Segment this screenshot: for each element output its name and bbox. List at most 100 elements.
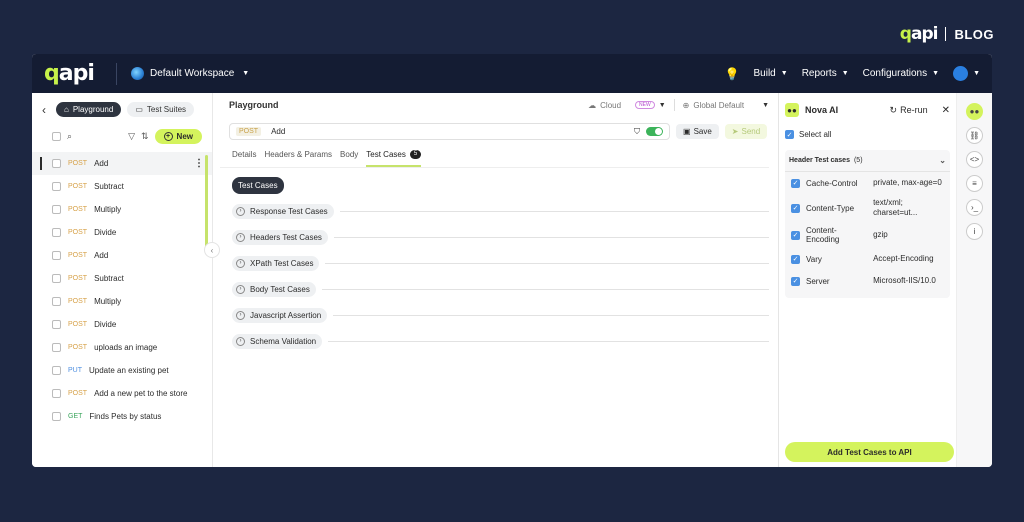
row-checkbox[interactable] — [52, 182, 61, 191]
checkbox-checked[interactable]: ✓ — [791, 230, 800, 240]
section-row[interactable]: › Javascript Assertion — [232, 302, 769, 328]
section-row[interactable]: › Schema Validation — [232, 328, 769, 354]
tab-headers-params[interactable]: Headers & Params — [264, 150, 332, 167]
send-button[interactable]: ➤ Send — [724, 124, 768, 139]
tab-playground[interactable]: ⌂ Playground — [56, 102, 122, 117]
list-item[interactable]: POST Divide — [32, 313, 212, 336]
add-test-cases-button[interactable]: Add Test Cases to API — [785, 442, 954, 462]
checkbox-checked[interactable]: ✓ — [791, 254, 800, 264]
app-window: qapi Default Workspace ▼ 💡 Build ▼ Report… — [32, 54, 992, 467]
section-row[interactable]: › XPath Test Cases — [232, 250, 769, 276]
select-all-row[interactable]: ✓ Select all — [779, 127, 956, 142]
workspace-selector[interactable]: Default Workspace ▼ — [131, 67, 249, 80]
list-item[interactable]: POST uploads an image — [32, 336, 212, 359]
method-badge: POST — [68, 390, 88, 397]
row-checkbox[interactable] — [52, 228, 61, 237]
section-label[interactable]: › Javascript Assertion — [232, 307, 328, 323]
row-checkbox[interactable] — [52, 412, 61, 421]
section-row[interactable]: › Response Test Cases — [232, 198, 769, 224]
chevron-down-icon[interactable]: ▼ — [659, 102, 666, 109]
list-item[interactable]: POST Divide — [32, 221, 212, 244]
chevron-down-icon[interactable]: ▼ — [762, 102, 769, 109]
section-label[interactable]: › Body Test Cases — [232, 281, 316, 297]
list-item[interactable]: POST Add ⋮ — [32, 152, 212, 175]
section-label[interactable]: › XPath Test Cases — [232, 255, 320, 271]
shield-icon[interactable]: ⛉ — [634, 127, 640, 137]
info-icon[interactable]: i — [966, 223, 983, 240]
checkbox-checked[interactable]: ✓ — [791, 178, 800, 188]
list-item[interactable]: ✓ Cache-Control private, max-age=0 — [785, 172, 950, 194]
section-label[interactable]: › Schema Validation — [232, 333, 323, 349]
list-item[interactable]: POST Add a new pet to the store — [32, 382, 212, 405]
filter-icon[interactable]: ▽ — [128, 131, 135, 142]
checkbox-checked[interactable]: ✓ — [791, 203, 800, 213]
cloud-label[interactable]: Cloud — [600, 101, 621, 110]
document-icon[interactable]: ≡ — [966, 175, 983, 192]
row-checkbox[interactable] — [52, 251, 61, 260]
row-checkbox[interactable] — [52, 343, 61, 352]
app-logo[interactable]: qapi — [44, 61, 116, 86]
list-item[interactable]: POST Multiply — [32, 198, 212, 221]
checkbox-checked[interactable]: ✓ — [791, 276, 800, 286]
left-sidebar: ‹ ⌂ Playground ▭ Test Suites ⌕ ▽ ⇅ + New PO… — [32, 93, 213, 467]
search-input[interactable] — [72, 132, 119, 141]
list-item[interactable]: POST Add — [32, 244, 212, 267]
lightbulb-icon[interactable]: 💡 — [725, 67, 740, 81]
rerun-button[interactable]: ↻ Re-run — [890, 105, 928, 116]
rerun-label: Re-run — [900, 105, 928, 115]
gamepad-icon: ⌂ — [64, 105, 69, 114]
row-checkbox[interactable] — [52, 274, 61, 283]
sidebar-scrollbar[interactable] — [205, 155, 208, 249]
request-url-field[interactable]: POST Add ⛉ — [229, 123, 670, 140]
section-row[interactable]: › Body Test Cases — [232, 276, 769, 302]
checkbox-checked[interactable]: ✓ — [785, 130, 794, 139]
method-badge[interactable]: POST — [236, 127, 262, 136]
tab-test-suites[interactable]: ▭ Test Suites — [127, 102, 195, 117]
tab-test-cases[interactable]: Test Cases 5 — [366, 150, 422, 167]
list-item[interactable]: PUT Update an existing pet — [32, 359, 212, 382]
list-item[interactable]: ✓ Content-Encoding gzip — [785, 222, 950, 248]
user-menu[interactable]: ▼ — [953, 66, 980, 81]
terminal-icon[interactable]: ›_ — [966, 199, 983, 216]
new-button[interactable]: + New — [154, 129, 202, 144]
row-checkbox[interactable] — [52, 297, 61, 306]
request-name-field[interactable]: Add — [271, 127, 285, 136]
row-checkbox[interactable] — [52, 366, 61, 375]
row-checkbox[interactable] — [52, 205, 61, 214]
section-label[interactable]: › Response Test Cases — [232, 203, 334, 219]
list-item[interactable]: GET Finds Pets by status — [32, 405, 212, 428]
list-item[interactable]: ✓ Vary Accept-Encoding — [785, 248, 950, 270]
tab-body[interactable]: Body — [340, 150, 358, 167]
section-row[interactable]: › Headers Test Cases — [232, 224, 769, 250]
section-title: Headers Test Cases — [250, 232, 322, 242]
request-toggle[interactable] — [646, 127, 663, 136]
environment-selector[interactable]: Global Default — [693, 101, 744, 110]
row-checkbox[interactable] — [52, 320, 61, 329]
list-item[interactable]: POST Subtract — [32, 267, 212, 290]
group-header[interactable]: Header Test cases (5) ⌄ — [785, 150, 950, 172]
header-value: text/xml; charset=ut... — [873, 198, 918, 217]
save-button[interactable]: ▣ Save — [676, 124, 719, 139]
list-item[interactable]: ✓ Content-Type text/xml; charset=ut... — [785, 194, 950, 222]
list-item[interactable]: POST Subtract — [32, 175, 212, 198]
row-checkbox[interactable] — [52, 159, 61, 168]
code-icon[interactable]: <> — [966, 151, 983, 168]
row-checkbox[interactable] — [52, 389, 61, 398]
nav-configurations-label: Configurations — [862, 68, 928, 79]
chevron-down-icon[interactable]: ⌄ — [939, 156, 946, 165]
nav-reports[interactable]: Reports ▼ — [802, 68, 849, 79]
list-item[interactable]: POST Multiply — [32, 290, 212, 313]
sort-icon[interactable]: ⇅ — [141, 131, 149, 142]
section-label[interactable]: › Headers Test Cases — [232, 229, 328, 245]
link-icon[interactable]: ⛓ — [966, 127, 983, 144]
nav-build[interactable]: Build ▼ — [754, 68, 788, 79]
more-options-icon[interactable]: ⋮ — [194, 158, 204, 169]
select-all-checkbox[interactable] — [52, 132, 61, 141]
back-arrow-icon[interactable]: ‹ — [42, 103, 46, 117]
list-item[interactable]: ✓ Server Microsoft-IIS/10.0 — [785, 270, 950, 292]
robot-icon[interactable]: ●● — [966, 103, 983, 120]
nav-configurations[interactable]: Configurations ▼ — [863, 68, 939, 79]
collapse-sidebar-icon[interactable]: ‹ — [204, 242, 220, 258]
close-icon[interactable]: ✕ — [942, 105, 950, 116]
tab-details[interactable]: Details — [232, 150, 256, 167]
